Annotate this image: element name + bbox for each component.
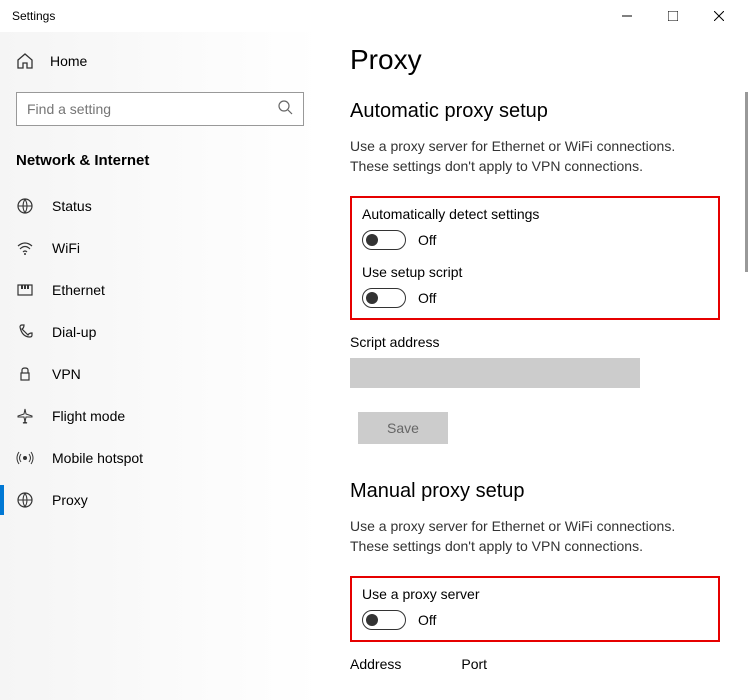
sidebar-item-vpn[interactable]: VPN [0, 353, 320, 395]
save-button[interactable]: Save [358, 412, 448, 444]
maximize-button[interactable] [650, 0, 696, 32]
dialup-icon [16, 323, 34, 341]
use-proxy-toggle[interactable] [362, 610, 406, 630]
use-proxy-label: Use a proxy server [362, 586, 708, 602]
wifi-icon [16, 239, 34, 257]
page-title: Proxy [350, 44, 720, 76]
sidebar-item-hotspot[interactable]: Mobile hotspot [0, 437, 320, 479]
close-button[interactable] [696, 0, 742, 32]
content-pane: Proxy Automatic proxy setup Use a proxy … [320, 32, 750, 700]
airplane-icon [16, 407, 34, 425]
search-input[interactable] [27, 101, 277, 117]
detect-label: Automatically detect settings [362, 206, 708, 222]
home-icon [16, 52, 34, 70]
nav-label: Proxy [52, 492, 88, 508]
nav-label: Dial-up [52, 324, 96, 340]
nav-label: Flight mode [52, 408, 125, 424]
nav-label: Mobile hotspot [52, 450, 143, 466]
nav-label: Ethernet [52, 282, 105, 298]
close-icon [714, 11, 724, 21]
script-toggle[interactable] [362, 288, 406, 308]
script-address-input[interactable] [350, 358, 640, 388]
detect-state: Off [418, 232, 436, 248]
sidebar-item-dialup[interactable]: Dial-up [0, 311, 320, 353]
globe-icon [16, 491, 34, 509]
use-proxy-state: Off [418, 612, 436, 628]
sidebar-item-wifi[interactable]: WiFi [0, 227, 320, 269]
home-label: Home [50, 53, 87, 69]
auto-section-desc: Use a proxy server for Ethernet or WiFi … [350, 137, 710, 176]
status-icon [16, 197, 34, 215]
window-title: Settings [8, 9, 55, 23]
sidebar-item-proxy[interactable]: Proxy [0, 479, 320, 521]
minimize-button[interactable] [604, 0, 650, 32]
search-icon [277, 99, 293, 120]
minimize-icon [622, 11, 632, 21]
maximize-icon [668, 11, 678, 21]
titlebar: Settings [0, 0, 750, 32]
home-link[interactable]: Home [0, 42, 320, 80]
script-address-label: Script address [350, 334, 720, 350]
sidebar-item-flightmode[interactable]: Flight mode [0, 395, 320, 437]
script-state: Off [418, 290, 436, 306]
sidebar-item-ethernet[interactable]: Ethernet [0, 269, 320, 311]
hotspot-icon [16, 449, 34, 467]
nav-label: WiFi [52, 240, 80, 256]
port-label: Port [461, 656, 487, 672]
sidebar-section: Network & Internet [0, 138, 320, 185]
sidebar: Home Network & Internet Status WiFi Ethe… [0, 32, 320, 700]
manual-section-heading: Manual proxy setup [350, 480, 720, 503]
ethernet-icon [16, 281, 34, 299]
address-label: Address [350, 656, 401, 672]
scrollbar[interactable] [745, 92, 748, 272]
auto-section-heading: Automatic proxy setup [350, 100, 720, 123]
toggle-knob [366, 234, 378, 246]
search-box[interactable] [16, 92, 304, 126]
script-label: Use setup script [362, 264, 708, 280]
toggle-knob [366, 292, 378, 304]
vpn-icon [16, 365, 34, 383]
manual-section-desc: Use a proxy server for Ethernet or WiFi … [350, 517, 710, 556]
sidebar-item-status[interactable]: Status [0, 185, 320, 227]
manual-highlight-box: Use a proxy server Off [350, 576, 720, 642]
detect-toggle[interactable] [362, 230, 406, 250]
toggle-knob [366, 614, 378, 626]
auto-highlight-box: Automatically detect settings Off Use se… [350, 196, 720, 320]
nav-label: Status [52, 198, 92, 214]
nav-label: VPN [52, 366, 81, 382]
